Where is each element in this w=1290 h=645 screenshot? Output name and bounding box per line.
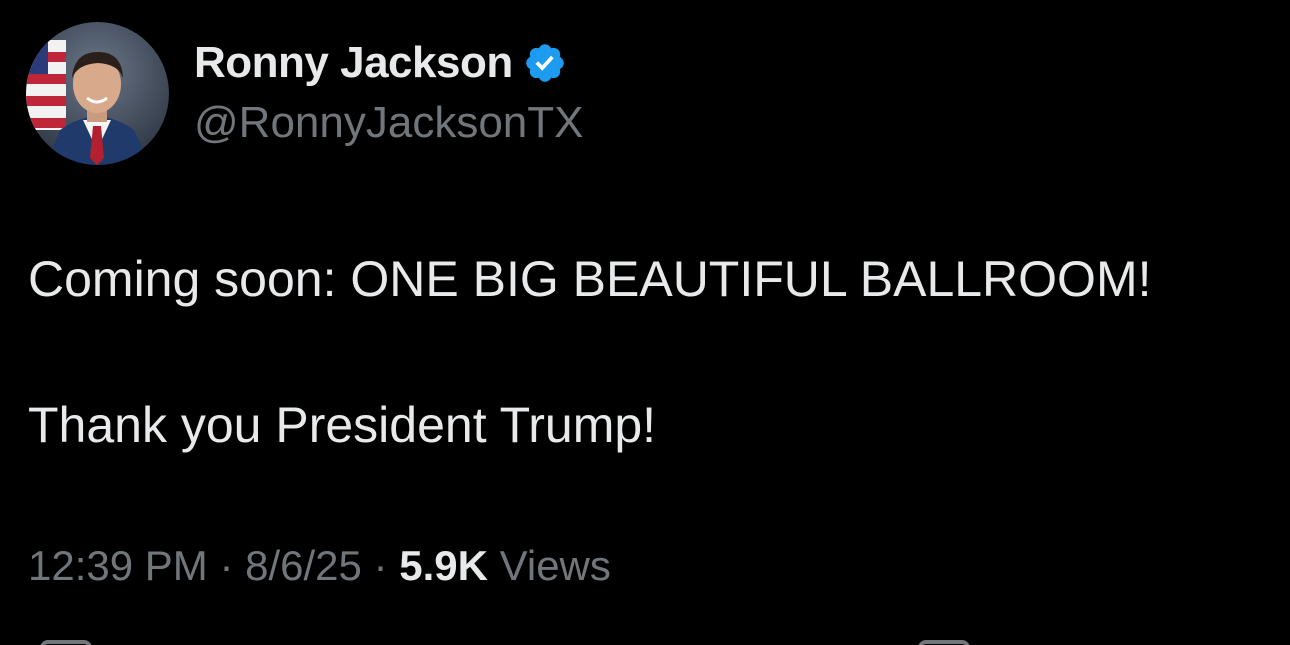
tweet-date[interactable]: 8/6/25 <box>245 542 362 589</box>
author-avatar[interactable] <box>26 22 169 165</box>
bookmark-icon[interactable] <box>918 640 970 645</box>
author-handle[interactable]: @RonnyJacksonTX <box>194 98 584 148</box>
verified-badge-icon <box>525 44 564 82</box>
meta-separator: · <box>207 542 246 589</box>
views-label[interactable]: Views <box>488 542 611 589</box>
action-bar <box>0 632 1290 645</box>
author-name-row[interactable]: Ronny Jackson <box>194 38 567 88</box>
tweet-meta: 12:39 PM · 8/6/25 · 5.9K Views <box>28 542 611 590</box>
reply-icon[interactable] <box>40 640 92 645</box>
profile-photo-icon <box>26 22 169 165</box>
author-display-name[interactable]: Ronny Jackson <box>194 38 513 88</box>
views-count[interactable]: 5.9K <box>399 542 488 589</box>
tweet-text-line: Coming soon: ONE BIG BEAUTIFUL BALLROOM! <box>28 251 1152 307</box>
meta-separator: · <box>361 542 400 589</box>
tweet-time[interactable]: 12:39 PM <box>28 542 208 589</box>
tweet-text-line: Thank you President Trump! <box>28 397 657 453</box>
tweet-detail: Ronny Jackson @RonnyJacksonTX Coming soo… <box>0 0 1290 645</box>
